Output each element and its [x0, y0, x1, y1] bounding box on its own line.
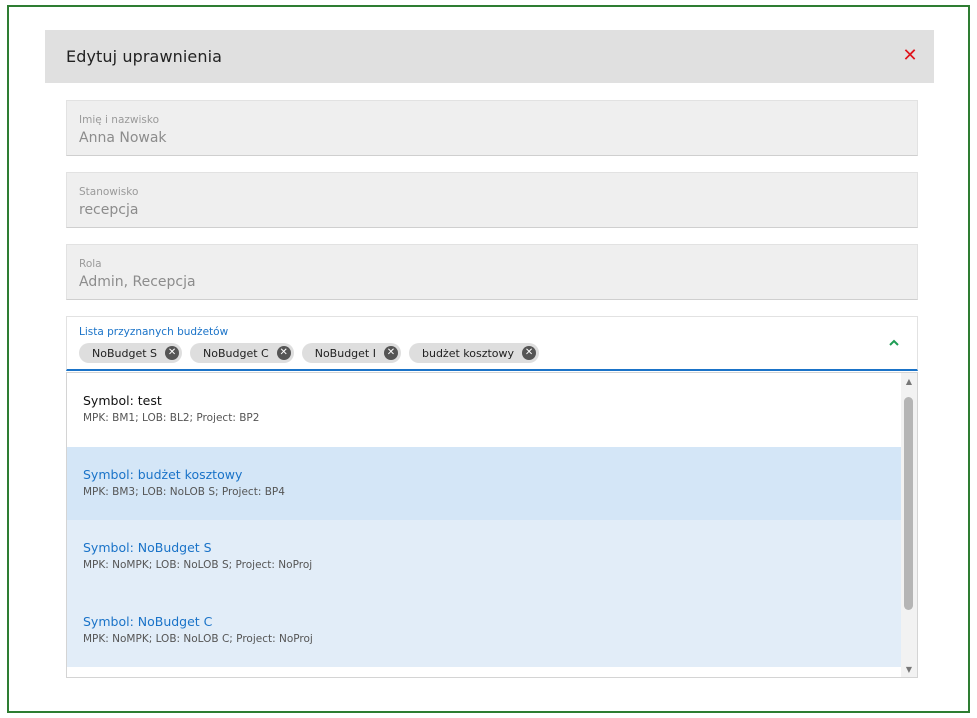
- remove-chip-icon[interactable]: ✕: [276, 346, 291, 360]
- name-field[interactable]: Imię i nazwisko Anna Nowak: [66, 100, 918, 156]
- scroll-up-icon[interactable]: ▲: [901, 375, 917, 389]
- dialog-title: Edytuj uprawnienia: [66, 47, 223, 66]
- option-detail: MPK: BM1; LOB: BL2; Project: BP2: [83, 412, 260, 424]
- chevron-up-icon[interactable]: [888, 337, 900, 349]
- dropdown-option[interactable]: Symbol: test MPK: BM1; LOB: BL2; Project…: [67, 373, 903, 447]
- budget-chip: NoBudget C ✕: [190, 343, 294, 363]
- option-title: Symbol: budżet kosztowy: [83, 466, 243, 482]
- scroll-thumb[interactable]: [904, 397, 913, 610]
- budget-chip: budżet kosztowy ✕: [408, 343, 540, 363]
- option-detail: MPK: NoMPK; LOB: NoLOB C; Project: NoPro…: [83, 632, 313, 645]
- dropdown-options: Symbol: test MPK: BM1; LOB: BL2; Project…: [67, 373, 903, 667]
- budget-chip-label: budżet kosztowy: [421, 346, 515, 360]
- budget-chip-label: NoBudget S: [92, 346, 158, 360]
- dropdown-option[interactable]: Symbol: budżet kosztowy MPK: BM3; LOB: N…: [67, 446, 903, 520]
- position-field-value: recepcja: [79, 202, 139, 218]
- option-detail: MPK: NoMPK; LOB: NoLOB S; Project: NoPro…: [83, 559, 313, 571]
- name-field-label: Imię i nazwisko: [79, 114, 160, 126]
- option-detail: MPK: BM3; LOB: NoLOB S; Project: BP4: [83, 485, 285, 498]
- selected-budget-chips: NoBudget S ✕ NoBudget C ✕ NoBudget I ✕ b…: [79, 343, 905, 363]
- budget-chip-label: NoBudget C: [203, 346, 269, 360]
- budget-chip: NoBudget S ✕: [79, 343, 183, 363]
- dropdown-option[interactable]: Symbol: NoBudget S MPK: NoMPK; LOB: NoLO…: [67, 520, 903, 594]
- role-field[interactable]: Rola Admin, Recepcja: [66, 244, 918, 300]
- scroll-down-icon[interactable]: ▼: [901, 663, 917, 677]
- remove-chip-icon[interactable]: ✕: [165, 346, 180, 360]
- remove-chip-icon[interactable]: ✕: [383, 346, 398, 360]
- dropdown-scrollbar[interactable]: ▲ ▼: [901, 373, 917, 677]
- budget-multiselect-label: Lista przyznanych budżetów: [79, 326, 229, 338]
- budget-chip: NoBudget I ✕: [301, 343, 401, 363]
- budget-chip-label: NoBudget I: [314, 346, 376, 360]
- position-field-label: Stanowisko: [79, 186, 139, 198]
- close-icon[interactable]: ✕: [902, 47, 918, 65]
- dialog-header: Edytuj uprawnienia ✕: [45, 30, 934, 83]
- role-field-label: Rola: [79, 258, 102, 270]
- remove-chip-icon[interactable]: ✕: [522, 346, 537, 360]
- option-title: Symbol: test: [83, 393, 162, 408]
- name-field-value: Anna Nowak: [79, 130, 167, 146]
- chevron-up-svg: [889, 339, 899, 346]
- option-title: Symbol: NoBudget C: [83, 613, 213, 629]
- budget-dropdown-list: Symbol: test MPK: BM1; LOB: BL2; Project…: [66, 372, 918, 678]
- option-title: Symbol: NoBudget S: [83, 540, 212, 555]
- position-field[interactable]: Stanowisko recepcja: [66, 172, 918, 228]
- role-field-value: Admin, Recepcja: [79, 274, 196, 290]
- dropdown-option[interactable]: Symbol: NoBudget C MPK: NoMPK; LOB: NoLO…: [67, 593, 903, 667]
- budget-multiselect[interactable]: Lista przyznanych budżetów NoBudget S ✕ …: [66, 316, 918, 371]
